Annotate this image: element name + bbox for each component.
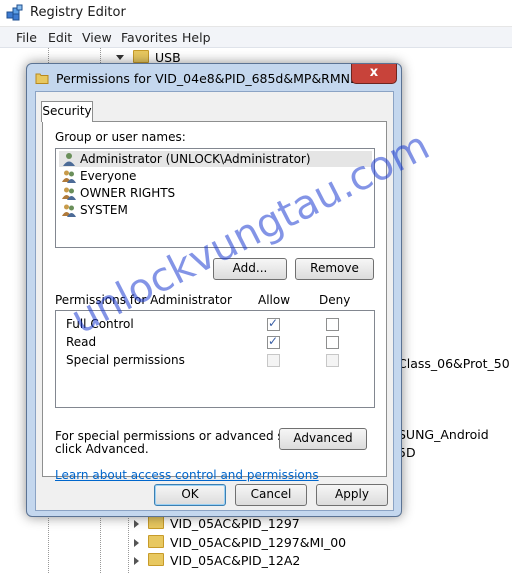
menu-bar: File Edit View Favorites Help: [0, 27, 512, 48]
tree-item-label: VID_05AC&PID_1297&MI_00: [170, 535, 347, 550]
remove-button[interactable]: Remove: [295, 258, 374, 280]
group-icon: [62, 187, 76, 200]
folder-icon: [148, 516, 164, 529]
dialog-title: Permissions for VID_04e8&PID_685d&MP&RMN…: [56, 71, 384, 86]
folder-icon: [148, 553, 164, 566]
dialog-titlebar[interactable]: Permissions for VID_04e8&PID_685d&MP&RMN…: [27, 64, 401, 92]
folder-icon: [148, 535, 164, 548]
permissions-dialog: Permissions for VID_04e8&PID_685d&MP&RMN…: [26, 63, 402, 517]
user-name: OWNER RIGHTS: [80, 186, 176, 200]
read-deny-checkbox[interactable]: [326, 336, 339, 349]
registry-window-title: Registry Editor: [30, 5, 126, 20]
user-icon: [63, 153, 75, 166]
close-button[interactable]: x: [351, 64, 397, 84]
full-control-deny-checkbox[interactable]: [326, 318, 339, 331]
expand-arrow-icon[interactable]: [134, 557, 139, 565]
user-name: Everyone: [80, 169, 137, 183]
expand-arrow-icon[interactable]: [134, 520, 139, 528]
close-icon: x: [369, 65, 379, 80]
advanced-button[interactable]: Advanced: [279, 428, 367, 450]
tree-item-partial[interactable]: Class_06&Prot_50: [398, 356, 510, 374]
tree-item-partial[interactable]: SUNG_Android: [398, 427, 489, 445]
folder-icon: [133, 50, 149, 63]
menu-file[interactable]: File: [16, 30, 37, 45]
expand-arrow-icon[interactable]: [134, 539, 139, 547]
menu-edit[interactable]: Edit: [48, 30, 72, 45]
tree-item-label: VID_05AC&PID_1297: [170, 516, 300, 531]
full-control-allow-checkbox[interactable]: [267, 316, 280, 331]
menu-help[interactable]: Help: [182, 30, 211, 45]
learn-more-link[interactable]: Learn about access control and permissio…: [55, 468, 319, 482]
special-allow-checkbox: [267, 354, 280, 367]
tree-item[interactable]: VID_05AC&PID_12A2: [134, 553, 300, 571]
cancel-button[interactable]: Cancel: [235, 484, 307, 506]
group-names-label: Group or user names:: [55, 130, 186, 144]
special-permissions-text-2: click Advanced.: [55, 442, 149, 456]
deny-header: Deny: [319, 293, 351, 307]
menu-view[interactable]: View: [82, 30, 112, 45]
tree-item-label: Class_06&Prot_50: [398, 356, 510, 371]
ok-button[interactable]: OK: [154, 484, 226, 506]
user-name: SYSTEM: [80, 203, 128, 217]
folder-icon: [35, 73, 49, 84]
list-item[interactable]: Administrator (UNLOCK\Administrator): [59, 151, 372, 167]
tree-item[interactable]: VID_05AC&PID_1297: [134, 516, 300, 534]
collapse-arrow-icon[interactable]: [116, 55, 124, 60]
special-deny-checkbox: [326, 354, 339, 367]
tab-security[interactable]: Security: [41, 101, 93, 122]
apply-button[interactable]: Apply: [316, 484, 388, 506]
registry-editor-icon: [6, 4, 23, 21]
menu-favorites[interactable]: Favorites: [121, 30, 177, 45]
tree-item-label: VID_05AC&PID_12A2: [170, 553, 301, 568]
group-icon: [62, 204, 76, 217]
allow-header: Allow: [258, 293, 291, 307]
read-allow-checkbox[interactable]: [267, 334, 280, 349]
user-name: Administrator (UNLOCK\Administrator): [80, 152, 311, 166]
tree-item-label: SUNG_Android: [398, 427, 489, 442]
registry-titlebar: Registry Editor: [0, 0, 512, 27]
tree-item[interactable]: VID_05AC&PID_1297&MI_00: [134, 535, 346, 553]
permission-name: Special permissions: [66, 353, 185, 367]
group-icon: [62, 170, 76, 183]
